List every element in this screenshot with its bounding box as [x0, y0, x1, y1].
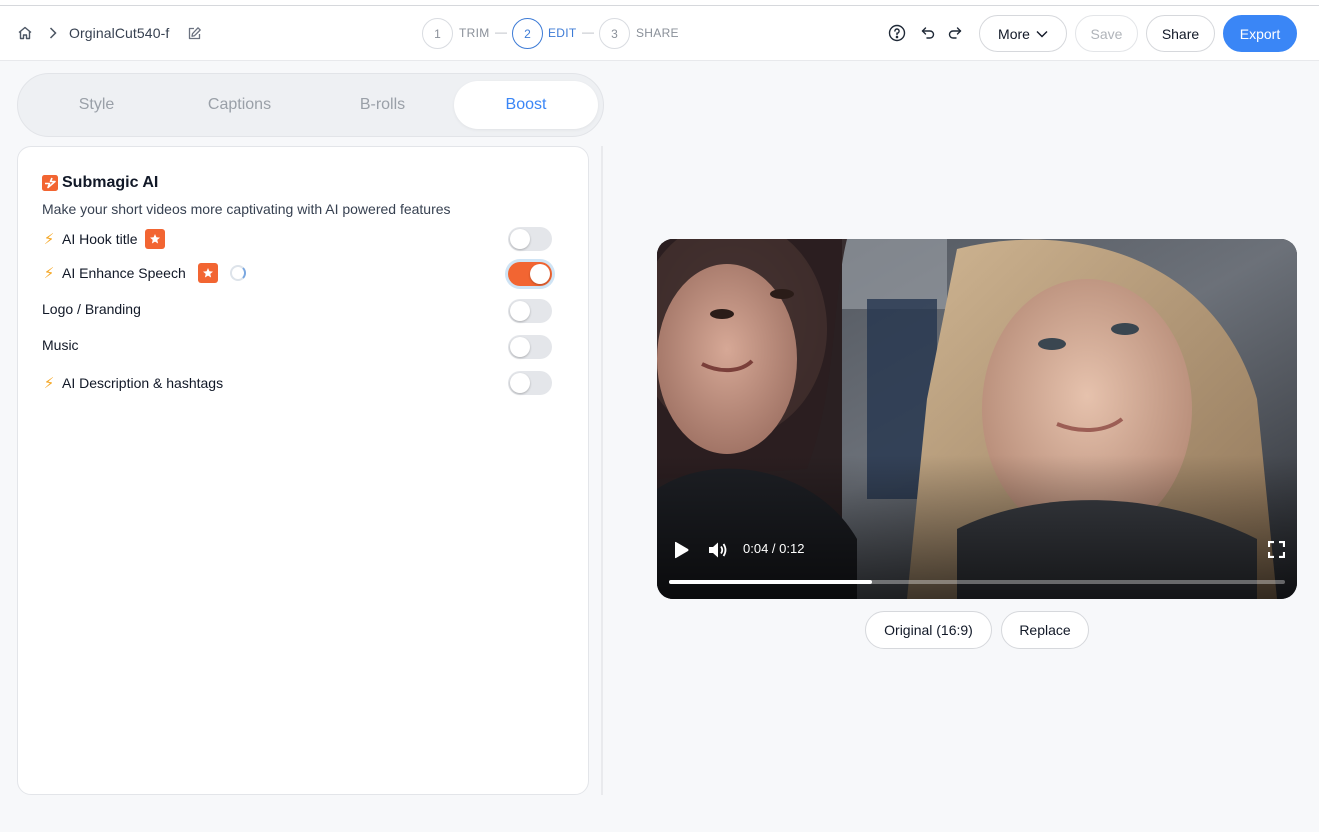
- step-separator: —: [582, 25, 594, 39]
- top-toolbar: OrginalCut540-f 1 TRIM — 2 EDIT — 3 SHAR…: [0, 6, 1319, 61]
- toggle-logo-branding[interactable]: [508, 299, 552, 323]
- video-player[interactable]: 0:04 / 0:12: [657, 239, 1297, 599]
- toggle-ai-hook-title[interactable]: [508, 227, 552, 251]
- editor-tabs: Style Captions B-rolls Boost: [17, 73, 604, 137]
- feature-row-ai-hook-title: ⚡ AI Hook title: [42, 228, 166, 250]
- lightning-icon: ⚡: [43, 265, 55, 282]
- loading-spinner-icon: [229, 265, 246, 281]
- video-time-display: 0:04 / 0:12: [743, 541, 805, 556]
- toggle-knob: [510, 301, 530, 321]
- help-circle-icon[interactable]: [888, 24, 906, 42]
- share-button[interactable]: Share: [1146, 15, 1215, 52]
- aspect-ratio-button[interactable]: Original (16:9): [865, 611, 992, 649]
- replace-video-button[interactable]: Replace: [1001, 611, 1089, 649]
- home-icon[interactable]: [17, 25, 33, 41]
- fullscreen-icon[interactable]: [1267, 540, 1286, 563]
- toggle-ai-enhance-speech[interactable]: [508, 262, 552, 286]
- step-3-share-circle[interactable]: 3: [599, 18, 630, 49]
- chevron-down-icon: [1036, 30, 1048, 38]
- step-1-trim-label[interactable]: TRIM: [459, 26, 490, 40]
- toggle-knob: [510, 373, 530, 393]
- premium-star-icon: [197, 263, 218, 283]
- step-1-trim-circle[interactable]: 1: [422, 18, 453, 49]
- video-progress-fill: [669, 580, 873, 584]
- feature-label: Music: [42, 337, 79, 353]
- play-icon[interactable]: [671, 540, 691, 565]
- chevron-right-icon: [47, 26, 59, 40]
- step-separator: —: [495, 25, 507, 39]
- toggle-knob: [510, 337, 530, 357]
- save-button[interactable]: Save: [1075, 15, 1138, 52]
- step-3-share-label[interactable]: SHARE: [636, 26, 679, 40]
- premium-star-icon: [145, 229, 166, 249]
- toggle-knob: [530, 264, 550, 284]
- feature-label: AI Enhance Speech: [62, 265, 186, 281]
- panel-divider: [601, 146, 603, 795]
- more-button-label: More: [998, 25, 1030, 42]
- submagic-ai-heading: Submagic AI: [42, 174, 158, 192]
- submagic-logo-icon: [42, 175, 58, 191]
- more-button[interactable]: More: [979, 15, 1067, 52]
- submagic-ai-title: Submagic AI: [62, 174, 159, 191]
- step-2-edit-label[interactable]: EDIT: [548, 26, 577, 40]
- lightning-icon: ⚡: [43, 375, 55, 392]
- project-title[interactable]: OrginalCut540-f: [69, 25, 169, 41]
- tab-boost[interactable]: Boost: [454, 81, 598, 129]
- feature-row-logo-branding: Logo / Branding: [42, 298, 141, 320]
- tab-b-rolls[interactable]: B-rolls: [311, 81, 454, 129]
- toggle-music[interactable]: [508, 335, 552, 359]
- lightning-icon: ⚡: [43, 231, 55, 248]
- feature-label: AI Description & hashtags: [62, 375, 224, 391]
- export-button[interactable]: Export: [1223, 15, 1297, 52]
- tab-captions[interactable]: Captions: [168, 81, 311, 129]
- boost-panel: Submagic AI Make your short videos more …: [17, 146, 589, 795]
- video-progress-bar[interactable]: [669, 580, 1285, 584]
- toggle-ai-description-hashtags[interactable]: [508, 371, 552, 395]
- edit-pencil-icon[interactable]: [186, 25, 202, 41]
- toggle-knob: [510, 229, 530, 249]
- feature-row-ai-enhance-speech: ⚡ AI Enhance Speech: [42, 262, 246, 284]
- tab-style[interactable]: Style: [25, 81, 168, 129]
- feature-label: Logo / Branding: [42, 301, 141, 317]
- feature-row-music: Music: [42, 334, 79, 356]
- feature-row-ai-description-hashtags: ⚡ AI Description & hashtags: [42, 372, 223, 394]
- undo-icon[interactable]: [919, 24, 936, 41]
- submagic-ai-description: Make your short videos more captivating …: [42, 201, 451, 217]
- volume-icon[interactable]: [707, 540, 729, 565]
- feature-label: AI Hook title: [62, 231, 138, 247]
- redo-icon[interactable]: [946, 24, 963, 41]
- step-2-edit-circle[interactable]: 2: [512, 18, 543, 49]
